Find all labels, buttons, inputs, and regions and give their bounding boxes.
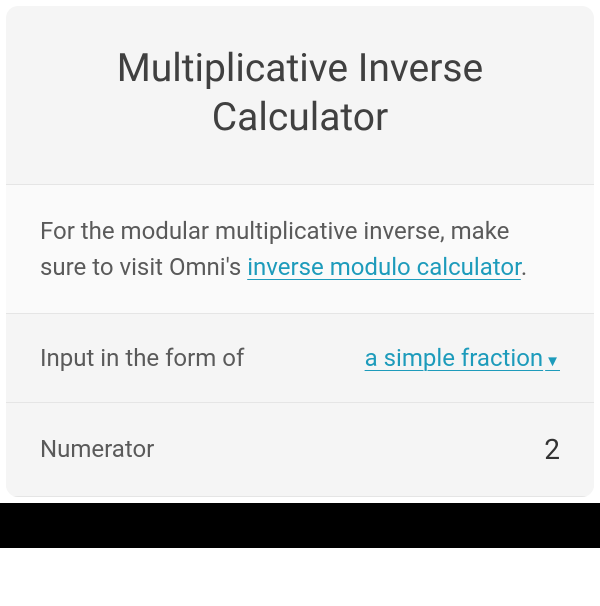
- numerator-row: Numerator 2: [6, 403, 594, 497]
- inverse-modulo-link[interactable]: inverse modulo calculator: [247, 253, 521, 281]
- numerator-value[interactable]: 2: [544, 433, 560, 466]
- bottom-bar: [0, 503, 600, 548]
- input-form-type-label: Input in the form of: [40, 344, 244, 372]
- description-text: For the modular multiplicative inverse, …: [40, 213, 560, 285]
- description-after: .: [521, 253, 527, 281]
- input-form-type-dropdown[interactable]: a simple fraction ▼: [365, 344, 560, 372]
- calculator-header: Multiplicative Inverse Calculator: [6, 6, 594, 184]
- page-title: Multiplicative Inverse Calculator: [46, 44, 554, 142]
- chevron-down-icon: ▼: [545, 352, 560, 370]
- numerator-label: Numerator: [40, 435, 154, 463]
- input-form-type-row: Input in the form of a simple fraction ▼: [6, 314, 594, 403]
- dropdown-selected-text: a simple fraction: [365, 344, 544, 372]
- calculator-card: Multiplicative Inverse Calculator For th…: [6, 6, 594, 497]
- description-section: For the modular multiplicative inverse, …: [6, 184, 594, 314]
